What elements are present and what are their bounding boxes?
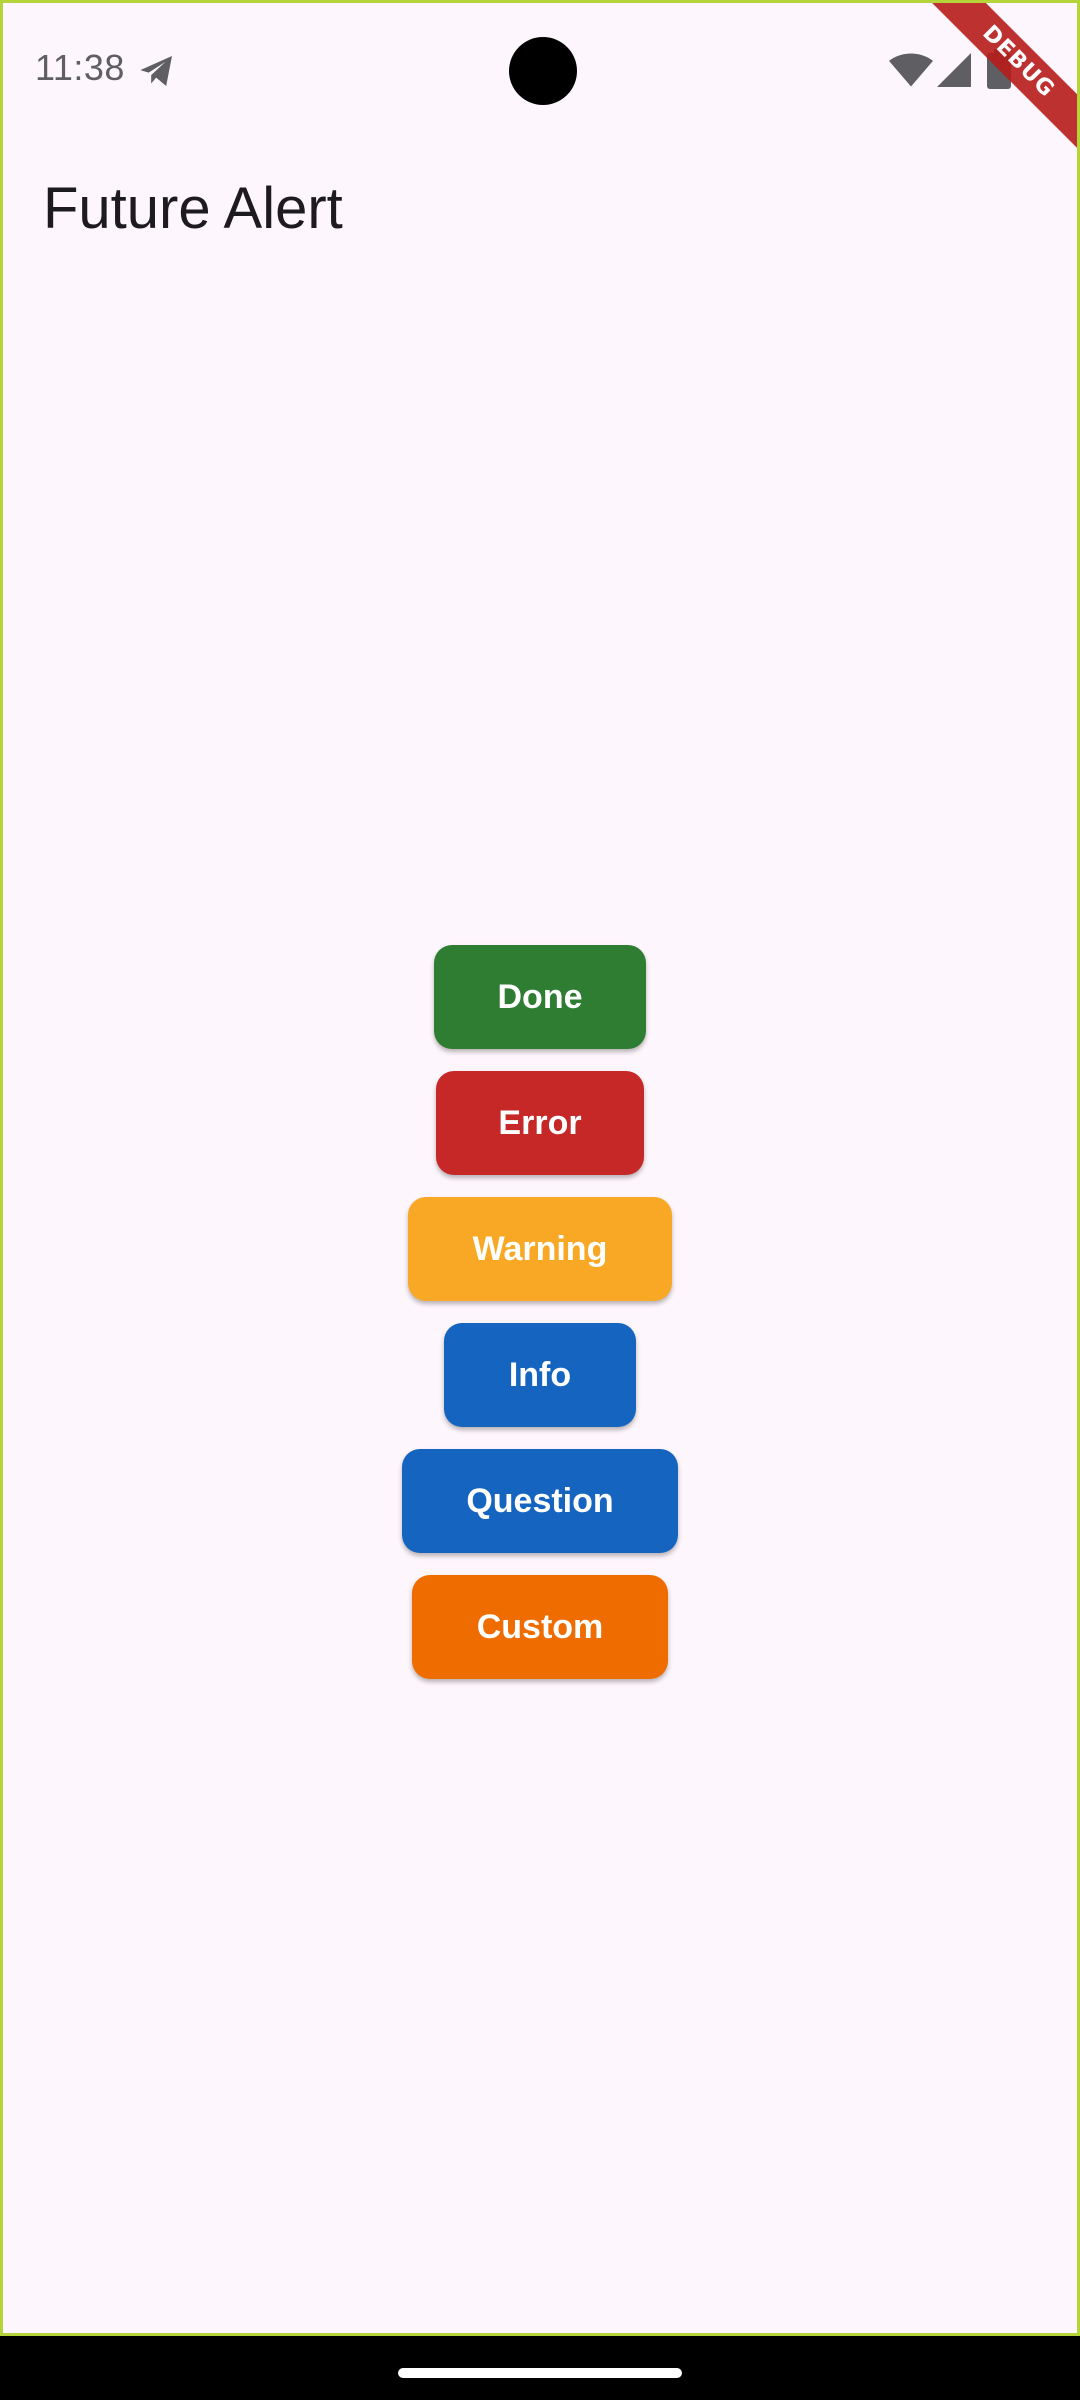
debug-banner: DEBUG	[917, 3, 1077, 163]
error-button[interactable]: Error	[436, 1071, 644, 1175]
telegram-icon	[140, 56, 172, 86]
home-indicator[interactable]	[398, 2368, 682, 2378]
status-time: 11:38	[35, 47, 125, 88]
question-button[interactable]: Question	[402, 1449, 678, 1553]
warning-button[interactable]: Warning	[408, 1197, 672, 1301]
app-screen: 11:38 DEBUG Future Alert Done Error Warn…	[0, 0, 1080, 2336]
done-button[interactable]: Done	[434, 945, 646, 1049]
info-button[interactable]: Info	[444, 1323, 636, 1427]
custom-button[interactable]: Custom	[412, 1575, 668, 1679]
debug-banner-label: DEBUG	[923, 3, 1077, 157]
status-bar: 11:38	[3, 3, 1077, 133]
alert-button-list: Done Error Warning Info Question Custom	[3, 945, 1077, 1701]
camera-cutout	[509, 37, 577, 105]
page-title: Future Alert	[43, 176, 343, 241]
